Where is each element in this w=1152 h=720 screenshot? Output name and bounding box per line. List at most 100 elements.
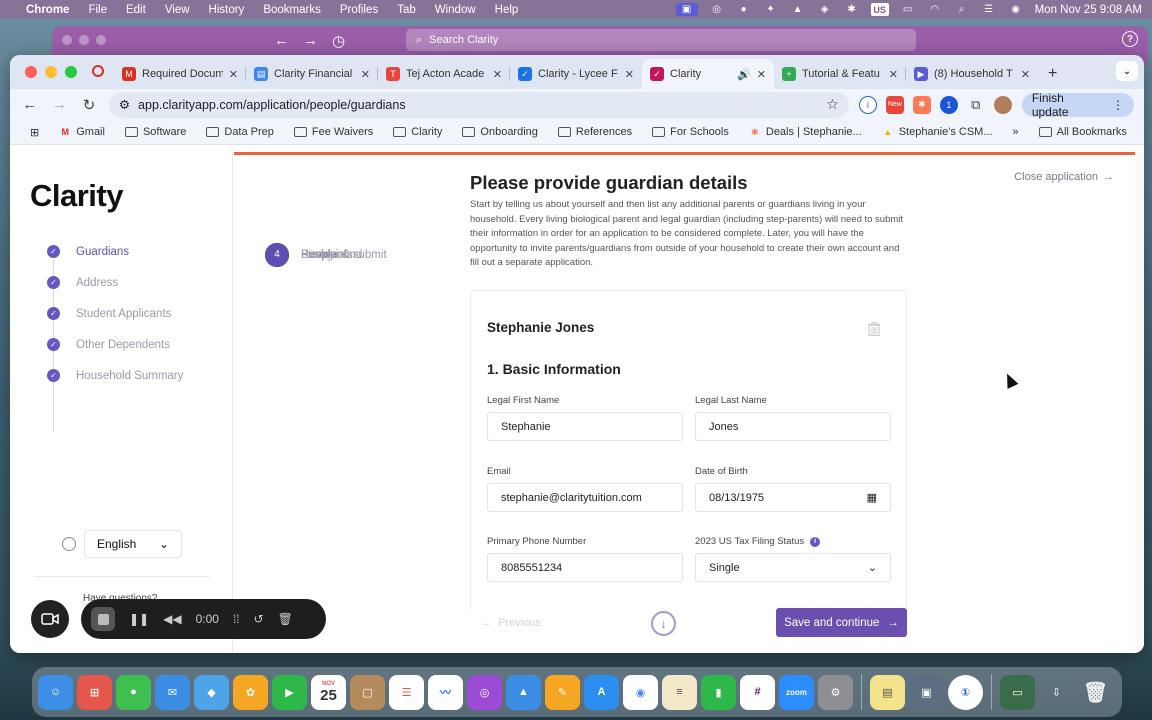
chrome-icon[interactable]: ◉ (623, 674, 658, 710)
info-icon[interactable]: i (810, 536, 821, 547)
record-tab-icon[interactable] (92, 65, 104, 77)
save-continue-button[interactable]: Save and continue → (776, 608, 907, 637)
address-bar[interactable]: ⚙ app.clarityapp.com/application/people/… (108, 91, 849, 118)
help-icon[interactable]: ? (1122, 31, 1138, 47)
menu-app-name[interactable]: Chrome (26, 4, 69, 16)
close-tab-icon[interactable]: ✕ (889, 68, 898, 81)
page-scrollbar[interactable] (1135, 152, 1144, 653)
numbers-icon[interactable]: ▮ (701, 674, 736, 710)
substep-other-dependents[interactable]: ✓ Other Dependents (41, 329, 183, 360)
language-dropdown[interactable]: English ⌄ (84, 530, 182, 558)
tab-required-docs[interactable]: M Required Docum ✕ (114, 59, 246, 89)
scroll-down-icon[interactable]: ↓ (651, 611, 676, 636)
pause-icon[interactable]: ❚❚ (129, 612, 149, 626)
grid-icon[interactable]: ⁞⁞ (233, 612, 240, 626)
apps-grid-icon[interactable]: ⊞ (22, 126, 47, 139)
finish-update-button[interactable]: Finish update ⋮ (1021, 91, 1135, 119)
menu-profiles[interactable]: Profiles (340, 4, 378, 16)
maps-icon[interactable]: ◆ (194, 674, 229, 710)
substep-household-summary[interactable]: ✓ Household Summary (41, 360, 183, 391)
bookmark-deals[interactable]: ✱ Deals | Stephanie... (741, 126, 870, 138)
bluetooth-icon[interactable]: ✱ (844, 3, 860, 16)
tab-clarity-lycee[interactable]: ✓ Clarity - Lycee F ✕ (510, 59, 642, 89)
restart-icon[interactable]: ↺ (254, 612, 264, 626)
arrows-status-icon[interactable]: ✦ (763, 3, 779, 16)
bookmark-clarity[interactable]: Clarity (385, 126, 450, 138)
system-settings-icon[interactable]: ⚙ (818, 674, 853, 710)
trash-icon[interactable] (868, 322, 880, 336)
finder-icon[interactable]: ☺ (38, 674, 73, 710)
site-info-icon[interactable]: ⚙ (119, 97, 130, 112)
stop-button[interactable] (91, 607, 115, 631)
close-tab-icon[interactable]: ✕ (493, 68, 502, 81)
new-tab-button[interactable]: + (1038, 65, 1067, 89)
preview-icon[interactable]: ▣ (909, 674, 944, 710)
tab-clarity-active[interactable]: ✓ Clarity 🔊 ✕ (642, 59, 774, 89)
compass-status-icon[interactable]: ◈ (817, 3, 833, 16)
spotlight-icon[interactable]: ⌕ (954, 3, 970, 16)
all-bookmarks[interactable]: All Bookmarks (1031, 126, 1135, 138)
desktop-stack-icon[interactable]: ▭ (1000, 674, 1035, 710)
launchpad-icon[interactable]: ⊞ (77, 674, 112, 710)
tab-household[interactable]: ▶ (8) Household T ✕ (906, 59, 1038, 89)
battery-icon[interactable]: ▭ (900, 3, 916, 16)
photos-icon[interactable]: ✿ (233, 674, 268, 710)
menubar-clock[interactable]: Mon Nov 25 9:08 AM (1035, 4, 1142, 16)
facetime-icon[interactable]: ▶ (272, 674, 307, 710)
email-input[interactable]: stephanie@claritytuition.com (487, 483, 683, 512)
calendar-icon[interactable]: NOV 25 (311, 674, 346, 710)
phone-input[interactable]: 8085551234 (487, 553, 683, 582)
bookmark-software[interactable]: Software (117, 126, 194, 138)
reminders-icon[interactable]: ☰ (389, 674, 424, 710)
close-tab-icon[interactable]: ✕ (625, 68, 634, 81)
close-tab-icon[interactable]: ✕ (361, 68, 370, 81)
bookmark-data-prep[interactable]: Data Prep (198, 126, 282, 138)
close-tab-icon[interactable]: ✕ (229, 68, 238, 81)
wifi-icon[interactable]: ◠ (927, 3, 943, 16)
dob-input[interactable]: 08/13/1975 ▦ (695, 483, 891, 512)
last-name-input[interactable]: Jones (695, 412, 891, 441)
forward-arrow-icon[interactable]: → (303, 32, 318, 50)
back-arrow-icon[interactable]: ← (274, 32, 289, 50)
close-application-link[interactable]: Close application → (1014, 171, 1114, 183)
extensions-puzzle-icon[interactable]: ⧉ (967, 96, 985, 114)
bookmark-fee-waivers[interactable]: Fee Waivers (286, 126, 381, 138)
password-ext-icon[interactable]: i (858, 95, 877, 114)
tab-search-button[interactable]: ⌄ (1116, 61, 1138, 81)
menu-tab[interactable]: Tab (397, 4, 416, 16)
menu-edit[interactable]: Edit (126, 4, 146, 16)
minimize-window-button[interactable] (45, 66, 57, 78)
rewind-icon[interactable]: ◀◀ (163, 612, 181, 626)
bookmark-csm[interactable]: ▲ Stephanie's CSM... (874, 126, 1001, 138)
menu-view[interactable]: View (165, 4, 190, 16)
substep-student-applicants[interactable]: ✓ Student Applicants (41, 298, 183, 329)
speaker-icon[interactable]: 🔊 (737, 68, 751, 81)
zoom-status-icon[interactable]: ● (736, 3, 752, 16)
substep-address[interactable]: ✓ Address (41, 267, 183, 298)
tab-tej-acton[interactable]: T Tej Acton Acade ✕ (378, 59, 510, 89)
menu-file[interactable]: File (88, 4, 107, 16)
podcasts-icon[interactable]: ◎ (467, 674, 502, 710)
menu-help[interactable]: Help (495, 4, 519, 16)
clarity-logo[interactable]: Clarity (30, 178, 123, 214)
bookmark-references[interactable]: References (550, 126, 640, 138)
status-icon[interactable]: ◎ (709, 3, 725, 16)
downloads-stack-icon[interactable]: ⇩ (1039, 675, 1074, 710)
maximize-window-button[interactable] (65, 66, 77, 78)
tab-tutorial[interactable]: + Tutorial & Featu ✕ (774, 59, 906, 89)
bookmarks-overflow-icon[interactable]: » (1005, 126, 1027, 138)
mail-icon[interactable]: ✉ (155, 674, 190, 710)
hubspot-ext-icon[interactable]: ✱ (912, 95, 931, 114)
close-tab-icon[interactable]: ✕ (757, 68, 766, 81)
bookmark-onboarding[interactable]: Onboarding (454, 126, 546, 138)
messages-icon[interactable]: ● (116, 674, 151, 710)
keynote-icon[interactable]: ▲ (506, 674, 541, 710)
tax-status-select[interactable]: Single ⌄ (695, 553, 891, 582)
back-button[interactable]: ← (20, 96, 40, 113)
onepassword-icon[interactable]: ① (948, 674, 983, 710)
notes-icon[interactable]: ≡ (662, 674, 697, 710)
delete-recording-icon[interactable]: 🗑 (278, 612, 293, 626)
drive-status-icon[interactable]: ▲ (790, 3, 806, 16)
slack-icon[interactable]: # (740, 674, 775, 710)
close-window-button[interactable] (25, 66, 37, 78)
